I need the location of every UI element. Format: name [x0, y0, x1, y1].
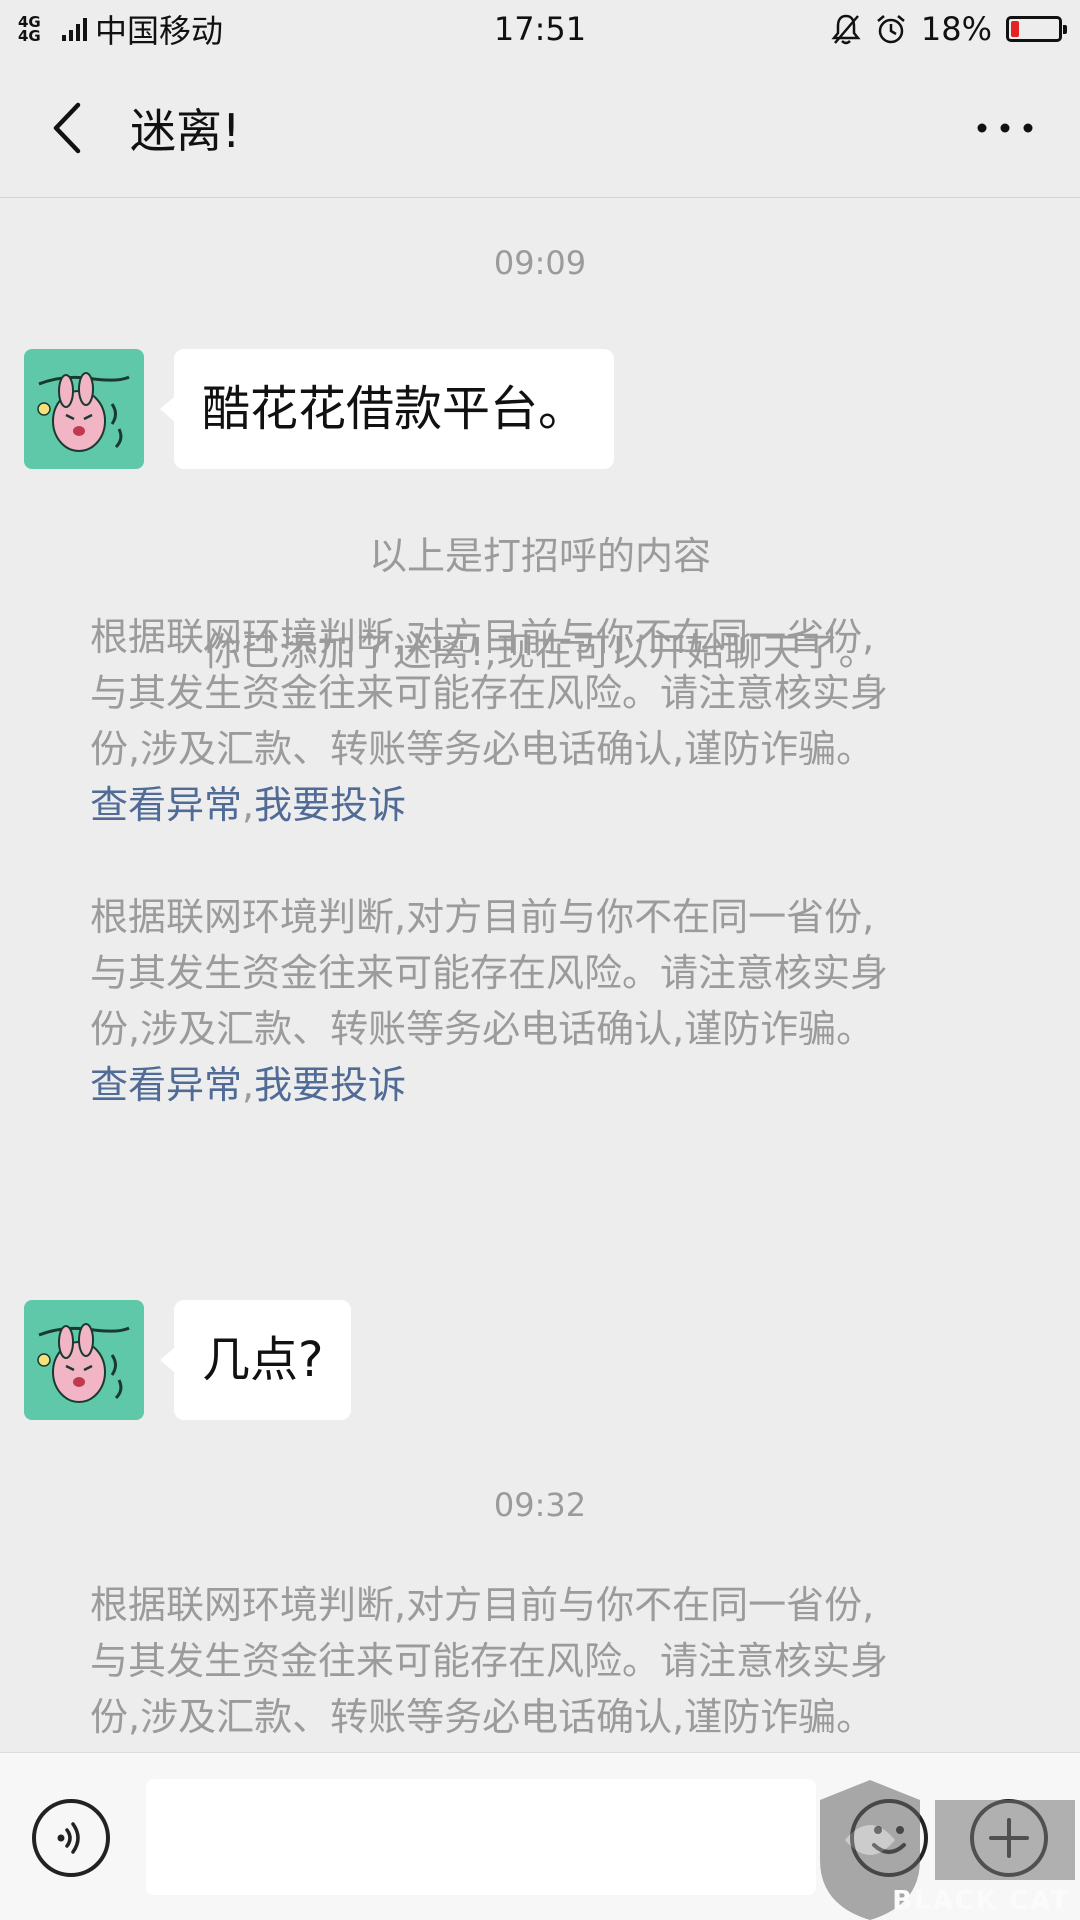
link-separator: ,: [242, 783, 255, 827]
input-bar: [0, 1752, 1080, 1920]
risk-warning: 根据联网环境判断,对方目前与你不在同一省份, 与其发生资金往来可能存在风险。请注…: [90, 609, 1010, 833]
message-bubble[interactable]: 酷花花借款平台。: [159, 349, 615, 469]
signal-icon: [62, 17, 87, 41]
timestamp: 09:09: [493, 244, 587, 282]
emoji-button[interactable]: [850, 1799, 928, 1877]
timestamp: 09:32: [493, 1486, 587, 1524]
alarm-icon: [877, 15, 905, 44]
warning-line: 份,涉及汇款、转账等务必电话确认,谨防诈骗。: [90, 727, 875, 771]
warning-line: 根据联网环境判断,对方目前与你不在同一省份,: [90, 895, 875, 939]
warning-line: 根据联网环境判断,对方目前与你不在同一省份,: [90, 1583, 875, 1627]
avatar[interactable]: [24, 349, 144, 469]
report-link[interactable]: 我要投诉: [254, 783, 406, 827]
battery-level: [1011, 21, 1020, 37]
message-row: 几点?: [24, 1300, 352, 1420]
warning-line: 与其发生资金往来可能存在风险。请注意核实身: [90, 1639, 889, 1683]
status-right: 18%: [831, 10, 1067, 48]
warning-line: 份,涉及汇款、转账等务必电话确认,谨防诈骗。: [90, 1007, 875, 1051]
chevron-left-icon: [53, 102, 81, 153]
warning-line: 与其发生资金往来可能存在风险。请注意核实身: [90, 671, 889, 715]
emoji-icon: [872, 1826, 906, 1854]
plus-icon: [989, 1818, 1029, 1858]
message-row: 酷花花借款平台。: [24, 349, 615, 469]
plus-button[interactable]: [970, 1799, 1048, 1877]
more-dots-icon: [977, 123, 1033, 132]
avatar-sticker-icon: [24, 349, 144, 469]
risk-warning: 根据联网环境判断,对方目前与你不在同一省份, 与其发生资金往来可能存在风险。请注…: [90, 1577, 1010, 1745]
report-link[interactable]: 我要投诉: [254, 1063, 406, 1107]
status-bar: 4G 4G 中国移动 17:51 18%: [0, 0, 1080, 58]
greeting-notice: 以上是打招呼的内容: [368, 534, 711, 578]
more-button[interactable]: [970, 93, 1040, 163]
voice-button[interactable]: [32, 1799, 110, 1877]
carrier-name: 中国移动: [95, 12, 224, 50]
chat-header: 迷离!: [0, 58, 1080, 198]
view-abnormal-link[interactable]: 查看异常: [90, 783, 242, 827]
chat-title: 迷离!: [130, 103, 241, 158]
warning-line: 根据联网环境判断,对方目前与你不在同一省份,: [90, 615, 875, 659]
status-left: 4G 4G 中国移动: [18, 6, 223, 52]
view-abnormal-link[interactable]: 查看异常: [90, 1063, 242, 1107]
avatar-sticker-icon: [24, 1300, 144, 1420]
network-type: 4G 4G: [18, 13, 41, 45]
chat-area[interactable]: 09:09 酷花花借款平台。 以上是打招呼的内容 你已添加了迷离!,现在可以开始…: [0, 199, 1080, 1751]
avatar[interactable]: [24, 1300, 144, 1420]
warning-line: 与其发生资金往来可能存在风险。请注意核实身: [90, 951, 889, 995]
back-button[interactable]: [22, 83, 112, 173]
battery-icon: [1006, 16, 1067, 42]
warning-line: 份,涉及汇款、转账等务必电话确认,谨防诈骗。: [90, 1695, 875, 1739]
message-bubble[interactable]: 几点?: [159, 1300, 352, 1420]
link-separator: ,: [242, 1063, 255, 1107]
message-input[interactable]: [146, 1779, 816, 1895]
battery-percent: 18%: [920, 10, 992, 48]
voice-icon: [57, 1822, 80, 1854]
risk-warning: 根据联网环境判断,对方目前与你不在同一省份, 与其发生资金往来可能存在风险。请注…: [90, 889, 1010, 1113]
mute-bell-icon: [831, 14, 861, 45]
